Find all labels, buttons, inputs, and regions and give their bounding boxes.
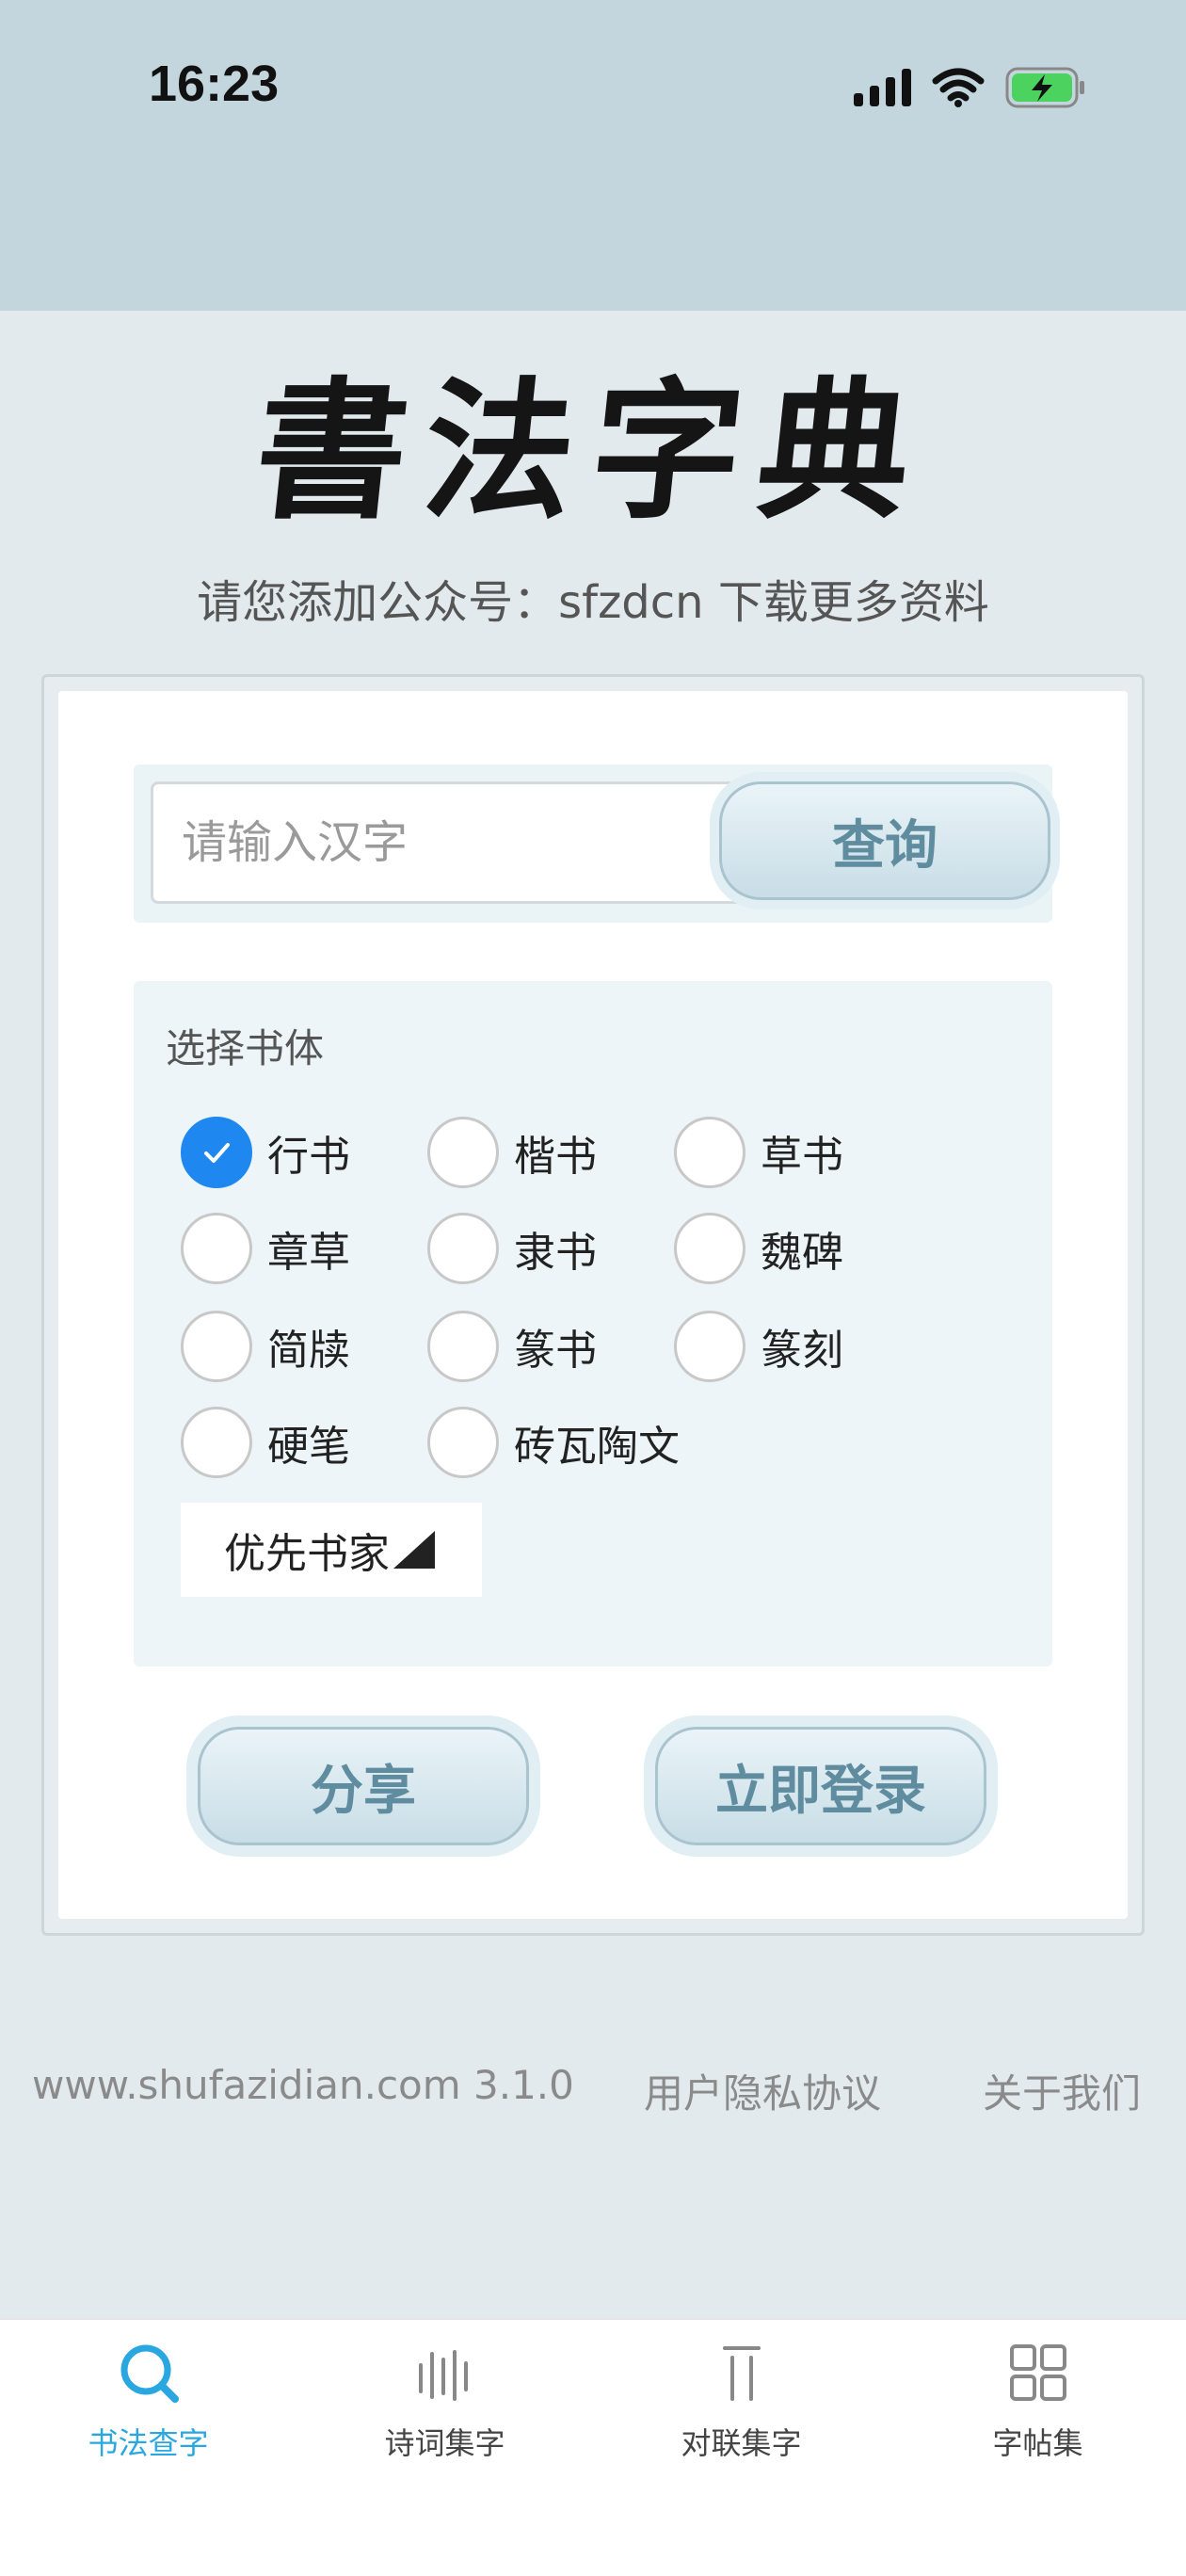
radio-label: 简牍: [267, 1327, 350, 1375]
radio-label: 篆书: [514, 1327, 597, 1375]
radio-unchecked-icon: [674, 1213, 745, 1284]
preferred-calligrapher-select[interactable]: 优先书家: [181, 1503, 482, 1597]
share-button[interactable]: 分享: [198, 1727, 529, 1845]
battery-charging-icon: [1005, 66, 1086, 109]
status-bar: 16:23: [0, 0, 1186, 311]
login-button[interactable]: 立即登录: [655, 1727, 986, 1845]
tab-poem-collect[interactable]: 诗词集字: [296, 2339, 593, 2480]
radio-option-xingshu[interactable]: 行书: [181, 1115, 350, 1190]
radio-option-zhuanwataowen[interactable]: 砖瓦陶文: [427, 1405, 680, 1480]
radio-label: 篆刻: [761, 1327, 843, 1375]
radio-option-kaishu[interactable]: 楷书: [427, 1115, 597, 1190]
tab-copybook[interactable]: 字帖集: [890, 2339, 1186, 2480]
radio-label: 砖瓦陶文: [514, 1423, 680, 1471]
radio-unchecked-icon: [181, 1213, 252, 1284]
tab-calligraphy-search[interactable]: 书法查字: [0, 2339, 296, 2480]
radio-option-zhuanke[interactable]: 篆刻: [674, 1309, 843, 1384]
tab-label: 对联集字: [681, 2425, 802, 2461]
about-link[interactable]: 关于我们: [983, 2062, 1141, 2119]
radio-option-zhangcao[interactable]: 章草: [181, 1211, 350, 1286]
radio-unchecked-icon: [674, 1117, 745, 1188]
calligraphy-logo: 書法字典: [247, 362, 937, 539]
dropdown-triangle-icon: [393, 1531, 435, 1569]
tab-bar: 书法查字 诗词集字 对联集字 字帖集: [0, 2318, 1186, 2576]
status-time: 16:23: [149, 56, 280, 112]
radio-label: 楷书: [514, 1133, 597, 1181]
style-panel-title: 选择书体: [166, 1025, 325, 1071]
preferred-calligrapher-label: 优先书家: [224, 1530, 390, 1578]
radio-unchecked-icon: [181, 1311, 252, 1382]
radio-option-zhuanshu[interactable]: 篆书: [427, 1309, 597, 1384]
tab-couplet-collect[interactable]: 对联集字: [593, 2339, 890, 2480]
grid-icon: [1004, 2339, 1072, 2407]
radio-unchecked-icon: [427, 1407, 499, 1478]
wifi-icon: [932, 68, 985, 107]
radio-label: 草书: [761, 1133, 843, 1181]
footer-links: www.shufazidian.com 3.1.0 用户隐私协议 关于我们: [0, 2062, 1186, 2118]
notice-text: 请您添加公众号：sfzdcn 下载更多资料: [197, 576, 989, 629]
radio-unchecked-icon: [674, 1311, 745, 1382]
search-input[interactable]: [151, 781, 753, 904]
privacy-link[interactable]: 用户隐私协议: [644, 2062, 881, 2119]
search-icon: [115, 2339, 183, 2407]
radio-option-lishu[interactable]: 隶书: [427, 1211, 597, 1286]
radio-label: 硬笔: [267, 1423, 350, 1471]
logo-area: 書法字典: [0, 311, 1186, 539]
radio-option-jiandu[interactable]: 简牍: [181, 1309, 350, 1384]
radio-label: 章草: [267, 1229, 350, 1277]
radio-option-weibei[interactable]: 魏碑: [674, 1211, 843, 1286]
radio-unchecked-icon: [427, 1311, 499, 1382]
status-icons: [854, 66, 1086, 109]
radio-checked-icon: [181, 1117, 252, 1188]
radio-label: 魏碑: [761, 1229, 843, 1277]
site-version-link[interactable]: www.shufazidian.com 3.1.0: [32, 2062, 574, 2108]
signal-icon: [854, 69, 911, 106]
tab-label: 字帖集: [992, 2425, 1083, 2461]
poem-lines-icon: [411, 2339, 479, 2407]
radio-option-yingbi[interactable]: 硬笔: [181, 1405, 350, 1480]
couplet-icon: [708, 2339, 776, 2407]
tab-label: 诗词集字: [384, 2425, 505, 2461]
radio-label: 隶书: [514, 1229, 597, 1277]
radio-option-caoshu[interactable]: 草书: [674, 1115, 843, 1190]
radio-unchecked-icon: [427, 1117, 499, 1188]
radio-label: 行书: [267, 1133, 350, 1181]
radio-unchecked-icon: [427, 1213, 499, 1284]
tab-label: 书法查字: [88, 2425, 209, 2461]
query-button[interactable]: 查询: [719, 781, 1050, 900]
radio-unchecked-icon: [181, 1407, 252, 1478]
